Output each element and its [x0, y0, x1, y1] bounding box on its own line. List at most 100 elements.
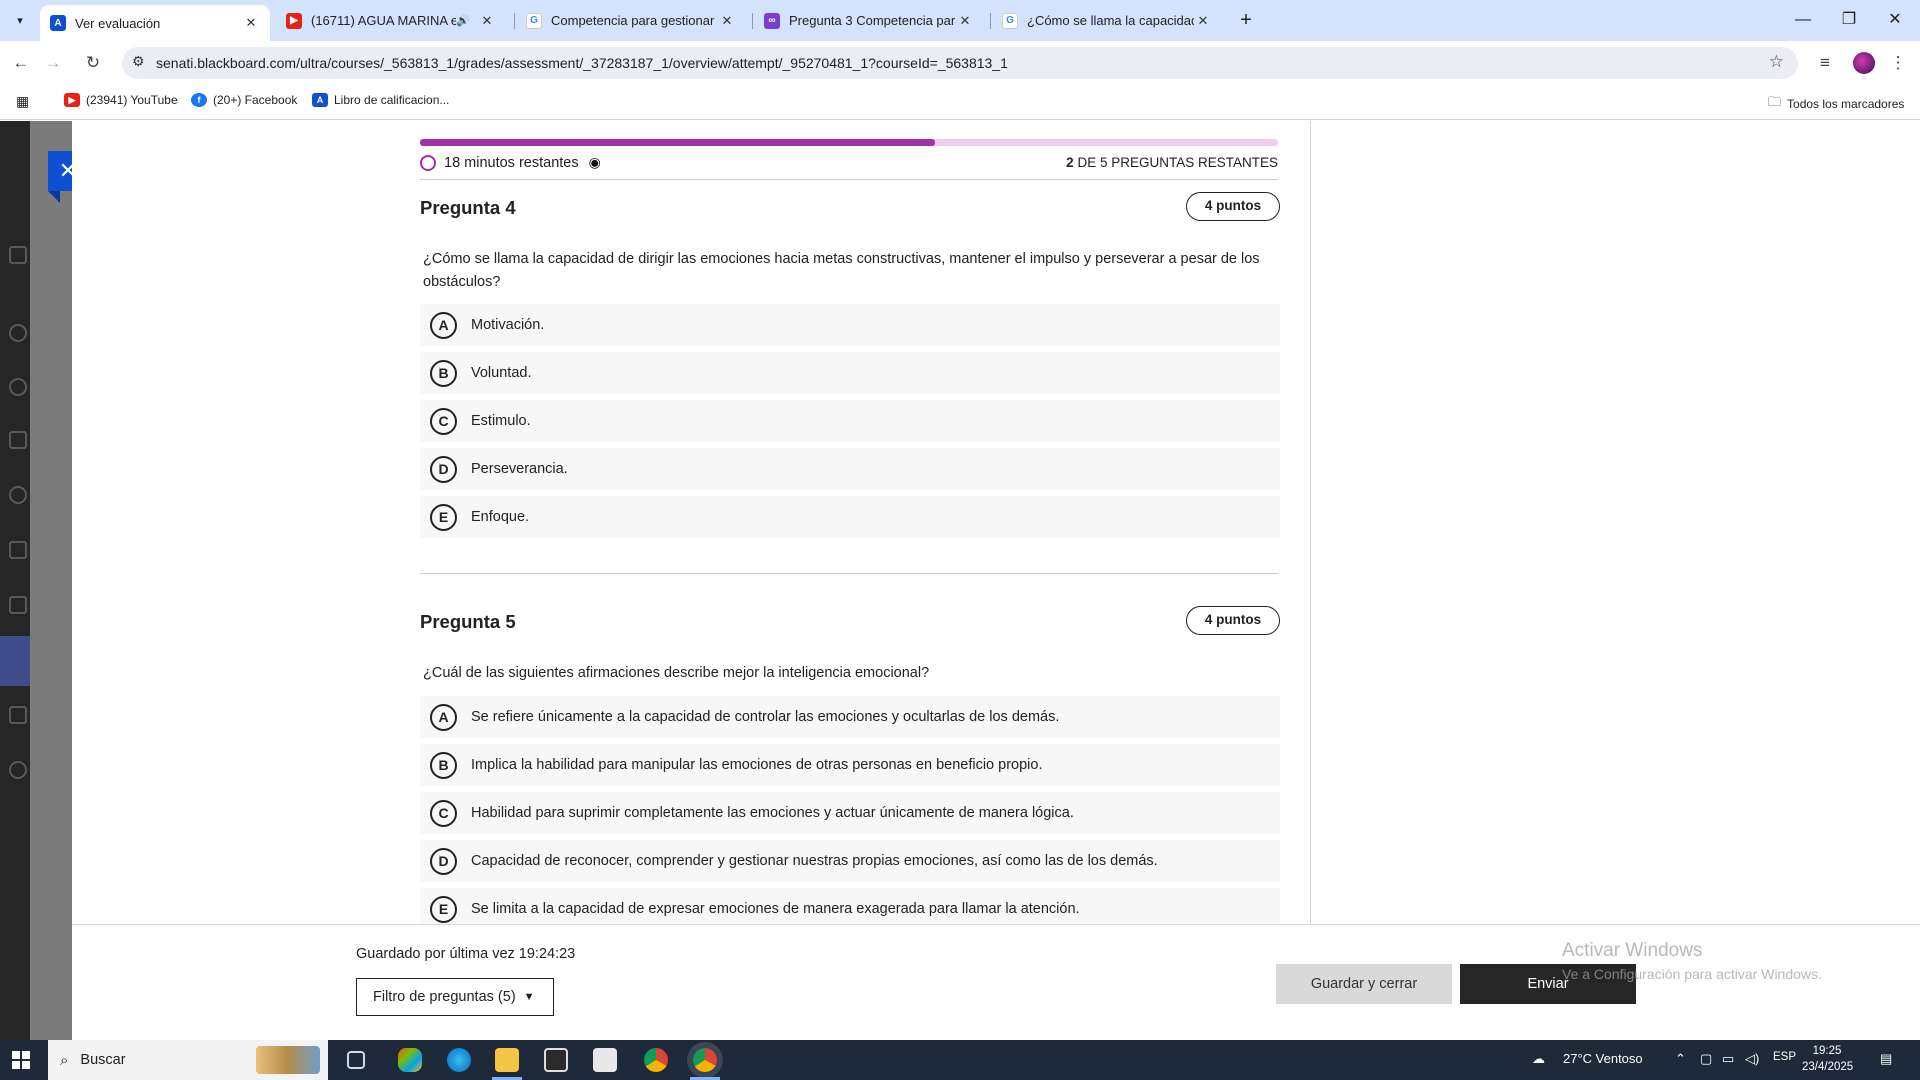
activation-subtitle: Ve a Configuración para activar Windows.: [1562, 966, 1822, 982]
option-text: Motivación.: [471, 317, 545, 333]
reload-icon[interactable]: ↻: [80, 50, 106, 76]
answer-option-c[interactable]: C Estimulo.: [420, 400, 1280, 442]
institution-icon[interactable]: [9, 246, 27, 264]
tools-icon[interactable]: [9, 706, 27, 724]
tab-search-chevron-icon[interactable]: ▾: [8, 8, 32, 32]
copilot-icon[interactable]: [398, 1048, 422, 1072]
taskbar-clock[interactable]: 19:25 23/4/2025: [1802, 1043, 1853, 1075]
bookmark-label: Libro de calificacion...: [334, 93, 450, 107]
google-icon: G: [526, 12, 542, 29]
question-text: ¿Cuál de las siguientes afirmaciones des…: [423, 665, 930, 681]
chrome-icon[interactable]: [644, 1048, 668, 1072]
hide-timer-icon[interactable]: ◉: [589, 154, 601, 171]
question-text: ¿Cómo se llama la capacidad de dirigir l…: [423, 251, 1260, 290]
answer-option-d[interactable]: D Perseverancia.: [420, 448, 1280, 490]
bookmark-star-icon[interactable]: ☆: [1769, 52, 1784, 72]
option-text: Capacidad de reconocer, comprender y ges…: [471, 853, 1158, 869]
taskbar-search[interactable]: ⌕ Buscar: [48, 1040, 328, 1080]
chrome-active-icon[interactable]: [693, 1048, 717, 1072]
address-bar[interactable]: ⚙ senati.blackboard.com/ultra/courses/_5…: [122, 47, 1798, 79]
search-highlight-image: [256, 1046, 320, 1074]
nav-active-grades[interactable]: [0, 636, 30, 686]
url-text[interactable]: senati.blackboard.com/ultra/courses/_563…: [156, 55, 1008, 71]
answer-option-e[interactable]: E Enfoque.: [420, 496, 1280, 538]
back-icon[interactable]: ←: [8, 50, 34, 76]
tab-ver-evaluacion[interactable]: A Ver evaluación ✕: [40, 5, 270, 41]
notifications-icon[interactable]: ▤: [1880, 1051, 1892, 1067]
question-divider: [420, 573, 1278, 574]
organizations-icon[interactable]: [9, 486, 27, 504]
timer-icon: [420, 154, 436, 171]
close-tab-icon[interactable]: ✕: [718, 13, 736, 29]
ai-icon: ∞: [764, 12, 780, 29]
volume-icon[interactable]: ◁): [1745, 1051, 1759, 1067]
search-placeholder: Buscar: [80, 1052, 126, 1068]
close-tab-icon[interactable]: ✕: [242, 15, 260, 31]
last-saved-text: Guardado por última vez 19:24:23: [356, 946, 576, 962]
courses-icon[interactable]: [9, 431, 27, 449]
bookmark-label: Todos los marcadores: [1787, 97, 1905, 111]
windows-taskbar: ⌕ Buscar ☁ 27°C Ventoso ⌃ ▢ ▭ ◁) ESP 19:…: [0, 1040, 1920, 1080]
save-and-close-button[interactable]: Guardar y cerrar: [1276, 964, 1452, 1004]
answer-option-a[interactable]: A Se refiere únicamente a la capacidad d…: [420, 696, 1280, 738]
mail-icon[interactable]: [593, 1048, 617, 1072]
youtube-icon: ▶: [64, 93, 80, 107]
option-letter: D: [430, 455, 457, 483]
forward-icon[interactable]: →: [40, 50, 66, 76]
meet-icon[interactable]: ▢: [1700, 1051, 1712, 1067]
minimize-icon[interactable]: —: [1780, 0, 1826, 40]
activity-icon[interactable]: [9, 378, 27, 396]
tab-youtube[interactable]: ▶ (16711) AGUA MARINA en C 🔊 ✕: [276, 5, 506, 36]
file-explorer-icon[interactable]: [495, 1048, 519, 1072]
question-filter-dropdown[interactable]: Filtro de preguntas (5) ▼: [356, 978, 554, 1016]
calendar-icon[interactable]: [9, 541, 27, 559]
logout-icon[interactable]: [9, 761, 27, 779]
weather-text[interactable]: 27°C Ventoso: [1563, 1051, 1643, 1066]
header-divider: [420, 179, 1278, 180]
edge-icon[interactable]: [447, 1048, 471, 1072]
progress-fill: [420, 139, 935, 146]
language-indicator[interactable]: ESP: [1773, 1051, 1796, 1063]
close-tab-icon[interactable]: ✕: [478, 13, 496, 29]
right-column-divider: [1310, 121, 1311, 924]
bookmark-libro[interactable]: A Libro de calificacion...: [312, 93, 449, 107]
network-icon[interactable]: ▭: [1722, 1051, 1734, 1067]
messages-icon[interactable]: [9, 596, 27, 614]
bookmark-label: (23941) YouTube: [86, 93, 178, 107]
bookmark-youtube[interactable]: ▶ (23941) YouTube: [64, 93, 178, 107]
close-tab-icon[interactable]: ✕: [956, 13, 974, 29]
tab-title: Pregunta 3 Competencia para g: [789, 13, 956, 28]
close-tab-icon[interactable]: ✕: [1194, 13, 1212, 29]
option-text: Estimulo.: [471, 413, 531, 429]
option-text: Perseverancia.: [471, 461, 568, 477]
answer-option-a[interactable]: A Motivación.: [420, 304, 1280, 346]
menu-kebab-icon[interactable]: ⋮: [1885, 50, 1911, 76]
blackboard-left-nav: [0, 121, 30, 1040]
tab-pregunta-3[interactable]: ∞ Pregunta 3 Competencia para g ✕: [754, 5, 984, 36]
tab-competencia[interactable]: G Competencia para gestionar las ✕: [516, 5, 746, 36]
tab-como-se-llama[interactable]: G ¿Cómo se llama la capacidad de ✕: [992, 5, 1222, 36]
profile-icon[interactable]: [9, 324, 27, 342]
tab-separator: [514, 13, 515, 29]
answer-option-b[interactable]: B Voluntad.: [420, 352, 1280, 394]
progress-bar: [420, 139, 1278, 146]
speaker-icon[interactable]: 🔊: [456, 14, 470, 27]
bookmark-facebook[interactable]: f (20+) Facebook: [191, 93, 297, 107]
store-icon[interactable]: [544, 1048, 568, 1072]
show-hidden-icons-icon[interactable]: ⌃: [1675, 1051, 1686, 1067]
all-bookmarks-folder[interactable]: 🗀 Todos los marcadores: [1768, 93, 1904, 115]
task-view-icon[interactable]: [347, 1051, 365, 1069]
site-info-icon[interactable]: ⚙: [132, 53, 145, 70]
restore-icon[interactable]: ❐: [1826, 0, 1872, 40]
answer-option-d[interactable]: D Capacidad de reconocer, comprender y g…: [420, 840, 1280, 882]
apps-grid-icon[interactable]: ▦: [16, 93, 29, 110]
answer-option-c[interactable]: C Habilidad para suprimir completamente …: [420, 792, 1280, 834]
weather-icon[interactable]: ☁: [1532, 1051, 1545, 1067]
profile-avatar[interactable]: [1853, 52, 1875, 74]
new-tab-button[interactable]: +: [1232, 6, 1260, 34]
tab-separator: [990, 13, 991, 29]
windows-start-icon[interactable]: [12, 1051, 30, 1069]
media-controls-icon[interactable]: ≡: [1812, 50, 1838, 76]
close-window-icon[interactable]: ✕: [1872, 0, 1918, 40]
answer-option-b[interactable]: B Implica la habilidad para manipular la…: [420, 744, 1280, 786]
